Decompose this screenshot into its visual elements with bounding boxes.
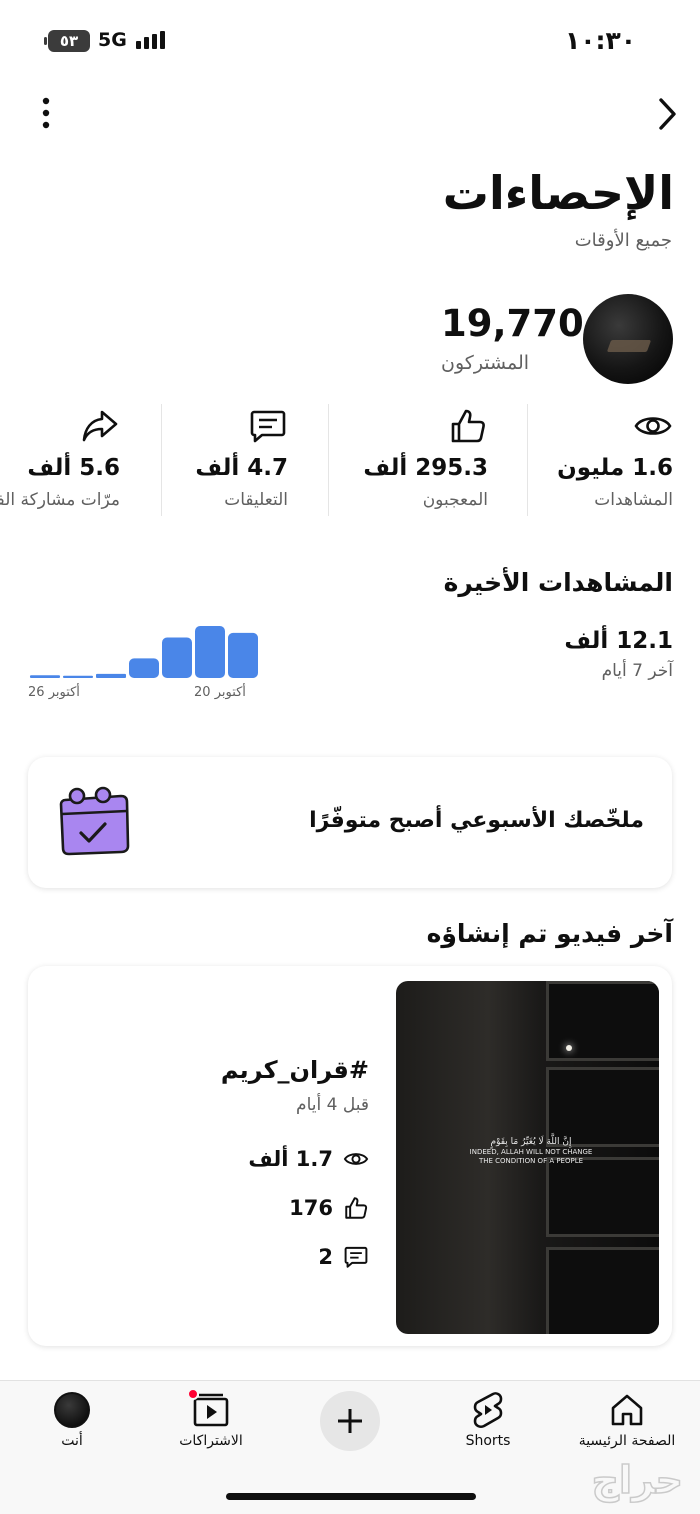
metric-views[interactable]: 1.6 مليون المشاهدات	[523, 400, 673, 518]
metric-label: التعليقات	[224, 490, 288, 510]
chart-bar	[162, 637, 192, 678]
metric-comments[interactable]: 4.7 ألف التعليقات	[178, 400, 288, 518]
eye-icon	[343, 1153, 369, 1165]
subscriptions-icon	[187, 1388, 231, 1430]
metric-value: 5.6 ألف	[27, 455, 120, 481]
chart-bar	[63, 675, 93, 678]
more-options-icon[interactable]	[36, 96, 56, 130]
video-views: 1.7 ألف	[248, 1147, 333, 1171]
shorts-icon	[468, 1390, 508, 1430]
chart-bar	[228, 632, 258, 678]
subscriber-count: 19,770	[441, 302, 584, 345]
nav-you[interactable]: أنت	[12, 1390, 132, 1460]
eye-icon	[633, 406, 673, 446]
metric-divider	[527, 404, 528, 516]
home-indicator	[226, 1493, 476, 1500]
home-icon	[607, 1390, 647, 1430]
thumbnail-caption-arabic: إِنَّ اللَّهَ لَا يُغَيِّرُ مَا بِقَوْمٍ	[490, 1137, 572, 1147]
network-type: 5G	[98, 29, 127, 51]
video-title: #قران_كريم	[220, 1056, 369, 1084]
chart-tick-label: 26 أكتوبر	[28, 683, 80, 700]
video-likes-stat: 176	[289, 1193, 369, 1223]
nav-shorts[interactable]: Shorts	[428, 1390, 548, 1460]
video-thumbnail[interactable]: إِنَّ اللَّهَ لَا يُغَيِّرُ مَا بِقَوْمٍ…	[396, 981, 659, 1334]
subscriber-label: المشتركون	[441, 352, 530, 374]
page-title: الإحصاءات	[442, 166, 674, 220]
comment-icon	[344, 1246, 368, 1268]
metric-value: 4.7 ألف	[195, 455, 288, 481]
nav-home-label: الصفحة الرئيسية	[578, 1433, 676, 1449]
channel-avatar[interactable]	[583, 294, 673, 384]
metric-label: مرّات مشاركة الفيد	[0, 490, 120, 510]
thumbnail-caption-english: INDEED, ALLAH WILL NOT CHANGE THE CONDIT…	[469, 1148, 593, 1165]
nav-subscriptions[interactable]: الاشتراكات	[151, 1388, 271, 1460]
video-likes: 176	[289, 1196, 333, 1220]
metric-value: 1.6 مليون	[557, 455, 673, 481]
video-comments-stat: 2	[318, 1242, 369, 1272]
recent-views-value: 12.1 ألف	[564, 628, 673, 654]
thumbs-up-icon	[345, 1197, 368, 1219]
recent-views-title: المشاهدات الأخيرة	[443, 568, 673, 597]
video-views-stat: 1.7 ألف	[248, 1144, 369, 1174]
recent-views-caption: آخر 7 أيام	[601, 661, 673, 681]
metric-divider	[328, 404, 329, 516]
calendar-check-icon	[55, 786, 133, 858]
thumbs-up-icon	[448, 406, 488, 446]
signal-icon	[136, 31, 165, 49]
nav-shorts-label: Shorts	[465, 1433, 511, 1449]
chart-bar	[129, 658, 159, 678]
profile-avatar-icon	[52, 1390, 92, 1430]
share-icon	[80, 406, 120, 446]
metric-shares[interactable]: 5.6 ألف مرّات مشاركة الفيد	[0, 400, 120, 518]
video-comments: 2	[318, 1245, 333, 1269]
video-date: قبل 4 أيام	[296, 1095, 369, 1115]
status-time: ١٠:٣٠	[565, 26, 637, 55]
plus-icon	[338, 1409, 362, 1433]
chart-bar	[96, 673, 126, 678]
weekly-summary-text: ملخّصك الأسبوعي أصبح متوفّرًا	[309, 808, 644, 833]
recent-views-chart[interactable]: 26 أكتوبر 20 أكتوبر	[26, 618, 258, 708]
watermark-logo: حراج	[591, 1457, 684, 1503]
svg-text:حراج: حراج	[592, 1458, 683, 1502]
battery-icon: ٥٣	[44, 30, 90, 52]
nav-home[interactable]: الصفحة الرئيسية	[567, 1390, 687, 1460]
create-button[interactable]	[320, 1391, 380, 1451]
metric-label: المشاهدات	[594, 490, 673, 510]
metric-divider	[161, 404, 162, 516]
comment-icon	[248, 406, 288, 446]
chart-bar	[195, 626, 225, 678]
notification-dot	[187, 1388, 199, 1400]
nav-subscriptions-label: الاشتراكات	[179, 1433, 243, 1449]
metric-likes[interactable]: 295.3 ألف المعجبون	[348, 400, 488, 518]
nav-you-label: أنت	[61, 1433, 83, 1449]
latest-video-title: آخر فيديو تم إنشاؤه	[426, 919, 673, 948]
metric-value: 295.3 ألف	[363, 455, 488, 481]
chart-bar	[30, 675, 60, 678]
back-arrow-icon[interactable]	[652, 96, 682, 132]
time-range-label[interactable]: جميع الأوقات	[575, 230, 672, 251]
chart-tick-label: 20 أكتوبر	[194, 683, 246, 700]
metric-label: المعجبون	[422, 490, 488, 510]
